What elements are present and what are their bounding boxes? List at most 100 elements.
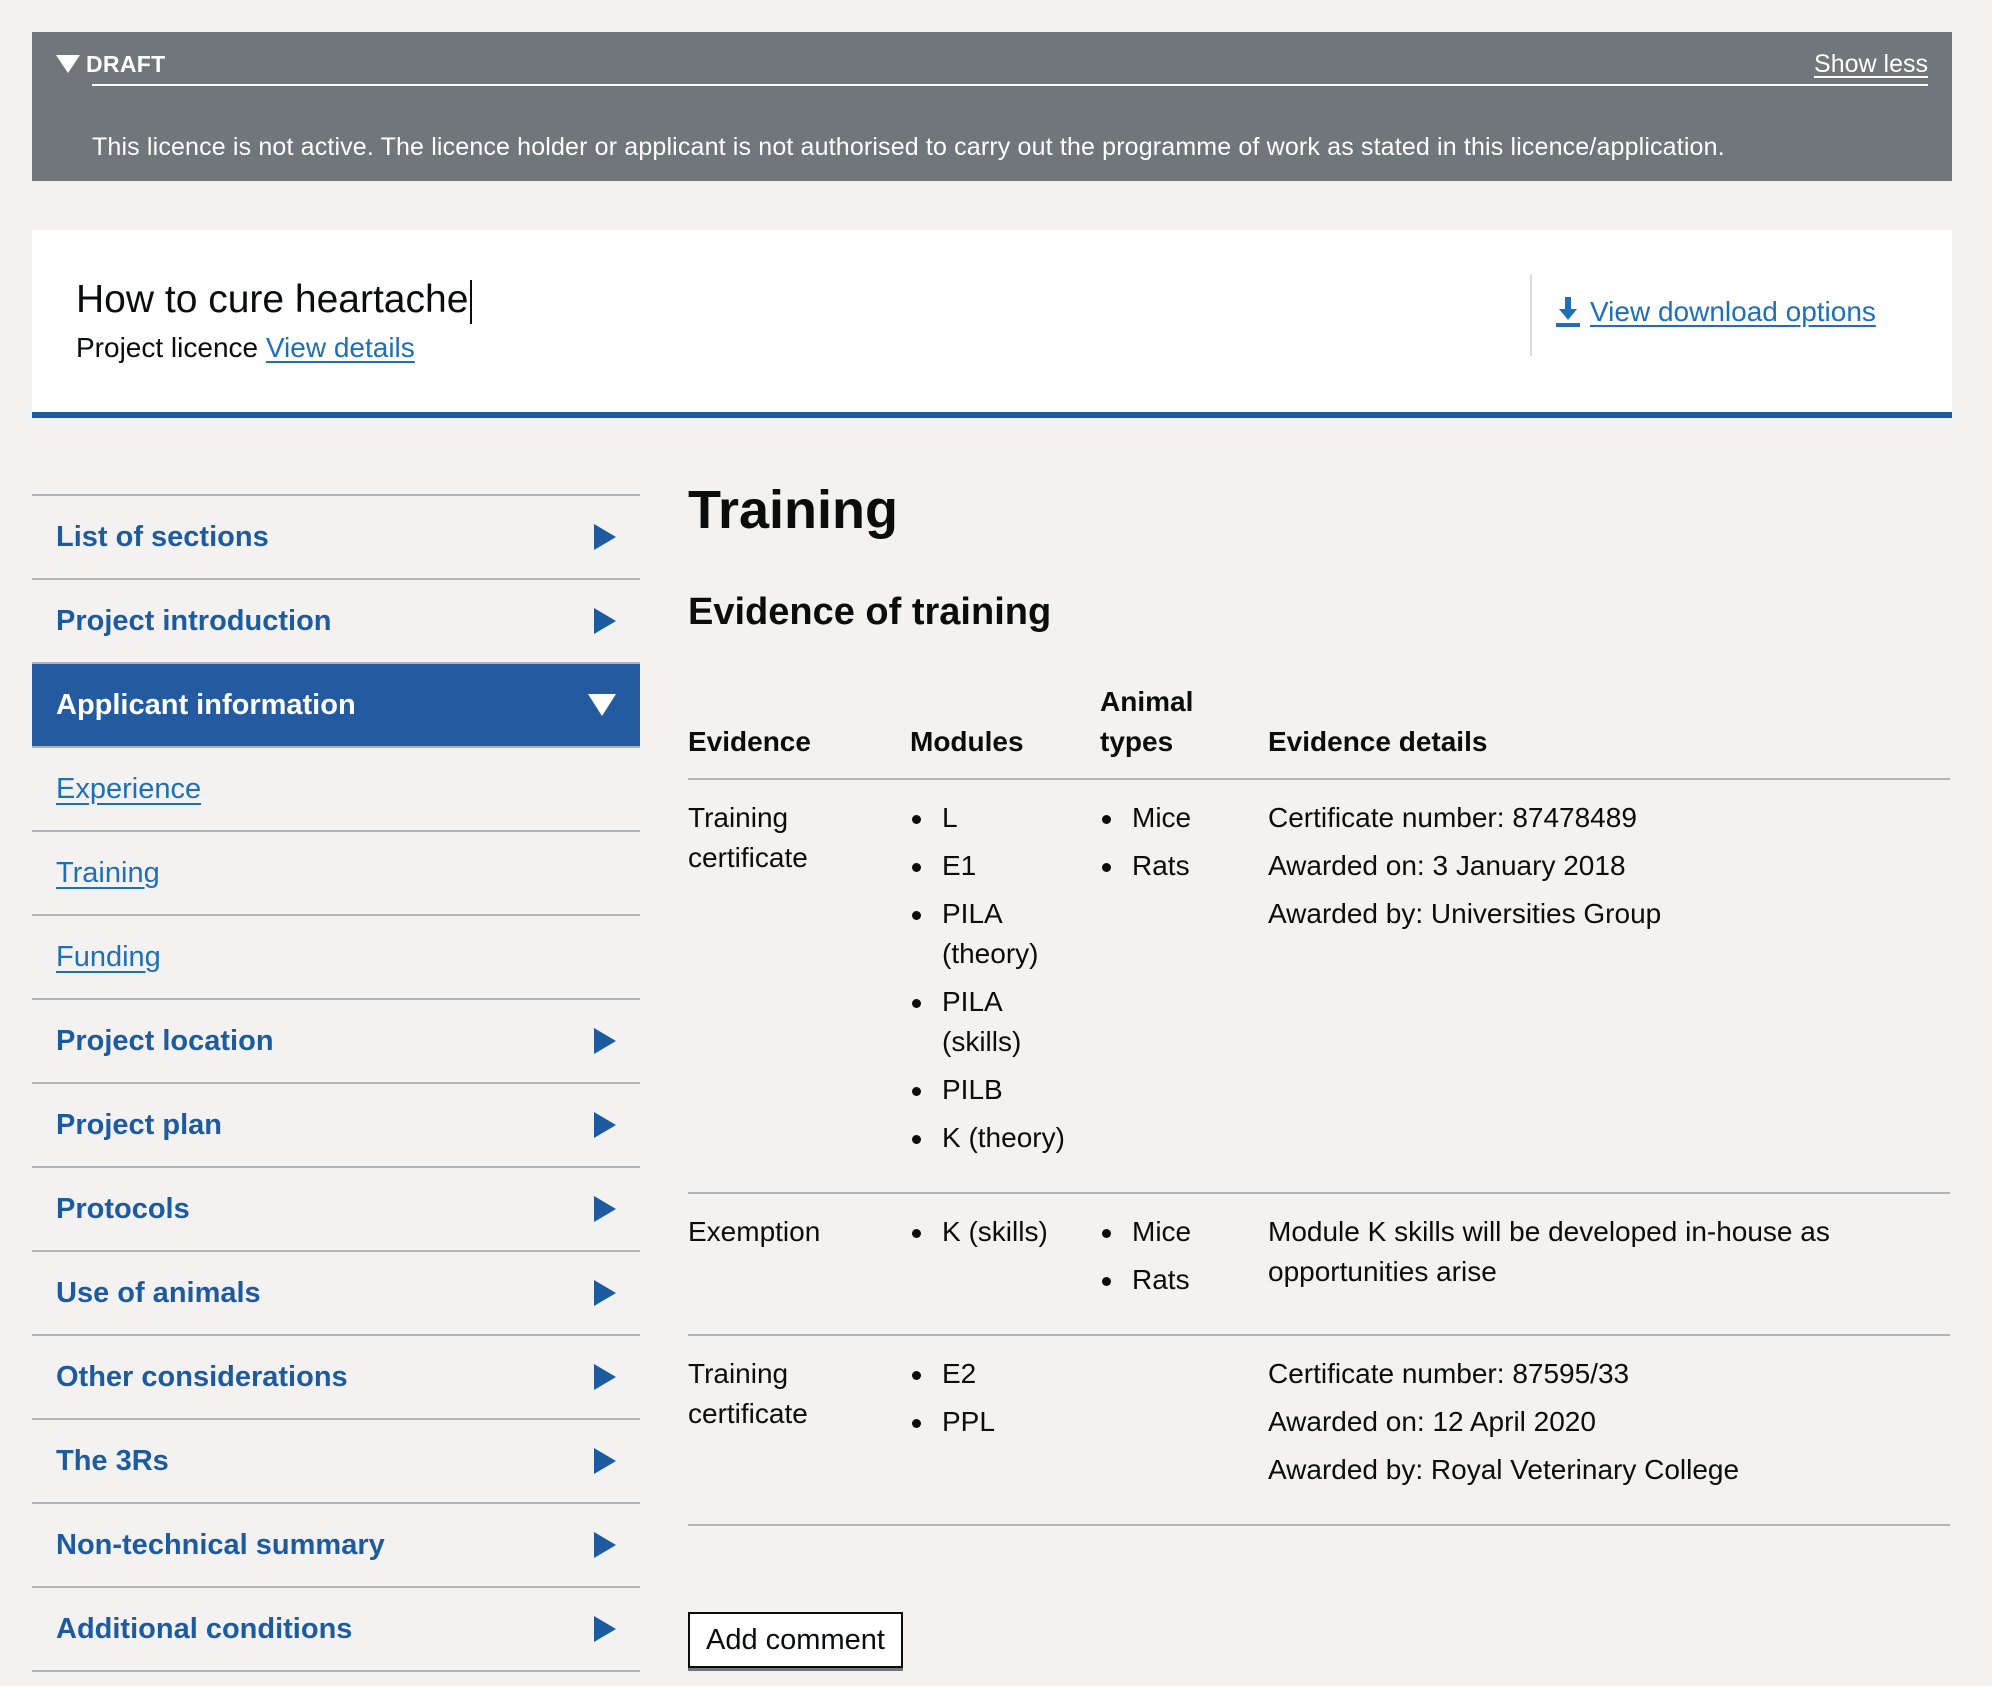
sidebar-item-additional-conditions[interactable]: Additional conditions <box>32 1588 640 1672</box>
column-header-animal-types: Animal types <box>1100 668 1268 780</box>
sidebar-item-label: Other considerations <box>56 1360 348 1393</box>
triangle-right-icon <box>594 1028 616 1054</box>
sidebar-item-label: Use of animals <box>56 1276 261 1309</box>
sidebar-item-project-plan[interactable]: Project plan <box>32 1084 640 1168</box>
project-title: How to cure heartache <box>76 276 473 324</box>
triangle-right-icon <box>594 1616 616 1642</box>
sidebar-subitem-label: Experience <box>56 772 202 805</box>
triangle-down-icon <box>56 55 80 73</box>
sidebar-item-label: Project plan <box>56 1108 222 1141</box>
sidebar-item-project-introduction[interactable]: Project introduction <box>32 580 640 664</box>
list-item: K (skills) <box>912 1212 1100 1252</box>
modules-cell: K (skills) <box>910 1193 1100 1336</box>
animal-types-cell: Mice Rats <box>1100 1193 1268 1336</box>
list-item: PILA (skills) <box>912 982 1072 1062</box>
view-download-options-link[interactable]: View download options <box>1590 296 1876 328</box>
sidebar-item-label: Applicant information <box>56 688 356 721</box>
show-less-link[interactable]: Show less <box>1814 50 1928 79</box>
column-header-evidence: Evidence <box>688 668 910 780</box>
table-row: Training certificate E2 PPL Certificate … <box>688 1335 1950 1526</box>
banner-divider <box>92 84 1928 86</box>
modules-cell: E2 PPL <box>910 1335 1100 1526</box>
list-item: PILA (theory) <box>912 894 1072 974</box>
view-details-link[interactable]: View details <box>266 332 415 363</box>
triangle-right-icon <box>594 1280 616 1306</box>
triangle-right-icon <box>594 1532 616 1558</box>
table-row: Training certificate L E1 PILA (theory) … <box>688 779 1950 1194</box>
draft-label: DRAFT <box>86 50 166 77</box>
sidebar-item-label: Additional conditions <box>56 1612 353 1645</box>
table-row: Exemption K (skills) Mice Rats Module K … <box>688 1193 1950 1336</box>
sidebar-subitem-experience[interactable]: Experience <box>32 748 640 832</box>
modules-list: L E1 PILA (theory) PILA (skills) PILB K … <box>910 798 1072 1158</box>
sidebar-item-applicant-information[interactable]: Applicant information <box>32 664 640 748</box>
list-item: Rats <box>1102 846 1268 886</box>
evidence-cell: Training certificate <box>688 779 910 1194</box>
sidebar-subitem-label: Funding <box>56 940 161 973</box>
evidence-cell: Training certificate <box>688 1335 910 1526</box>
awarded-by: Awarded by: Royal Veterinary College <box>1268 1454 1740 1485</box>
sidebar-item-label: Project introduction <box>56 604 332 637</box>
evidence-details-cell: Certificate number: 87595/33 Awarded on:… <box>1268 1335 1950 1526</box>
header-divider <box>1530 274 1532 356</box>
sidebar-item-non-technical-summary[interactable]: Non-technical summary <box>32 1504 640 1588</box>
triangle-down-icon <box>588 694 616 716</box>
list-item: PILB <box>912 1070 1072 1110</box>
list-item: Mice <box>1102 1212 1268 1252</box>
list-item: E2 <box>912 1354 1100 1394</box>
animal-types-cell: Mice Rats <box>1100 779 1268 1194</box>
list-item: PPL <box>912 1402 1100 1442</box>
sidebar-item-use-of-animals[interactable]: Use of animals <box>32 1252 640 1336</box>
sidebar-item-label: Protocols <box>56 1192 190 1225</box>
awarded-by: Awarded by: Universities Group <box>1268 898 1662 929</box>
evidence-table: Evidence Modules Animal types Evidence d… <box>688 668 1950 1526</box>
sidebar-item-other-considerations[interactable]: Other considerations <box>32 1336 640 1420</box>
list-item: E1 <box>912 846 1072 886</box>
sections-sidebar: List of sections Project introduction Ap… <box>32 494 640 1672</box>
sidebar-item-protocols[interactable]: Protocols <box>32 1168 640 1252</box>
text-cursor <box>470 279 473 324</box>
awarded-on: Awarded on: 3 January 2018 <box>1268 850 1626 881</box>
animals-list: Mice Rats <box>1100 1212 1268 1300</box>
animal-types-cell <box>1100 1335 1268 1526</box>
table-header-row: Evidence Modules Animal types Evidence d… <box>688 668 1950 780</box>
sidebar-item-project-location[interactable]: Project location <box>32 1000 640 1084</box>
sidebar-item-label: Non-technical summary <box>56 1528 385 1561</box>
draft-toggle[interactable]: DRAFT <box>56 51 165 78</box>
evidence-details-cell: Module K skills will be developed in-hou… <box>1268 1193 1950 1336</box>
triangle-right-icon <box>594 1364 616 1390</box>
modules-list: K (skills) <box>910 1212 1100 1252</box>
sidebar-item-label: The 3Rs <box>56 1444 169 1477</box>
list-item: Mice <box>1102 798 1268 838</box>
certificate-number: Certificate number: 87478489 <box>1268 802 1637 833</box>
animals-list: Mice Rats <box>1100 798 1268 886</box>
page-title: Training <box>688 480 899 540</box>
triangle-right-icon <box>594 608 616 634</box>
sidebar-item-label: List of sections <box>56 520 269 553</box>
certificate-number: Certificate number: 87595/33 <box>1268 1358 1630 1389</box>
sidebar-item-the-3rs[interactable]: The 3Rs <box>32 1420 640 1504</box>
list-item: Rats <box>1102 1260 1268 1300</box>
awarded-on: Awarded on: 12 April 2020 <box>1268 1406 1596 1437</box>
sidebar-subitem-funding[interactable]: Funding <box>32 916 640 1000</box>
add-comment-button[interactable]: Add comment <box>688 1612 903 1668</box>
sidebar-subitem-training[interactable]: Training <box>32 832 640 916</box>
column-header-modules: Modules <box>910 668 1100 780</box>
list-item: K (theory) <box>912 1118 1072 1158</box>
project-subtitle: Project licence View details <box>76 330 415 366</box>
triangle-right-icon <box>594 1196 616 1222</box>
section-subtitle: Evidence of training <box>688 591 1052 633</box>
modules-list: E2 PPL <box>910 1354 1100 1442</box>
sidebar-subitem-label: Training <box>56 856 160 889</box>
project-header: How to cure heartache Project licence Vi… <box>32 230 1952 418</box>
list-item: L <box>912 798 1072 838</box>
project-type: Project licence <box>76 332 259 363</box>
sidebar-item-list-of-sections[interactable]: List of sections <box>32 496 640 580</box>
evidence-details-cell: Certificate number: 87478489 Awarded on:… <box>1268 779 1950 1194</box>
download-options[interactable]: View download options <box>1556 296 1876 328</box>
draft-banner: DRAFT Show less This licence is not acti… <box>32 32 1952 181</box>
evidence-cell: Exemption <box>688 1193 910 1336</box>
download-icon <box>1556 297 1580 327</box>
triangle-right-icon <box>594 1112 616 1138</box>
modules-cell: L E1 PILA (theory) PILA (skills) PILB K … <box>910 779 1100 1194</box>
